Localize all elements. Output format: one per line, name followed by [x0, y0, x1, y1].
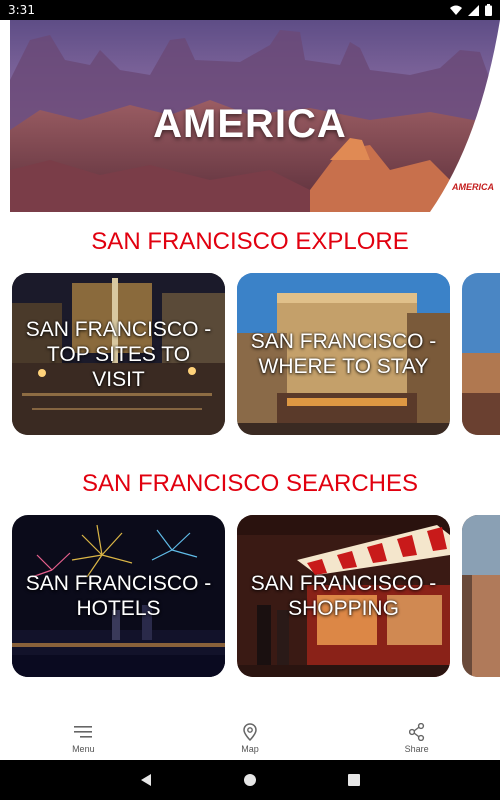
hero-title: AMERICA: [153, 102, 347, 146]
card-label: SAN FRANCISCO - TOP SITES TO VISIT: [25, 317, 212, 391]
card-shopping[interactable]: SAN FRANCISCO - SHOPPING: [237, 515, 450, 677]
card-label: SAN FRANCISCO - SHOPPING: [250, 572, 437, 620]
status-time: 3:31: [8, 3, 35, 17]
america-logo: AMERICA: [452, 182, 494, 192]
nav-menu-label: Menu: [72, 744, 95, 754]
nav-map-label: Map: [241, 744, 259, 754]
share-icon: [408, 722, 425, 742]
bottom-nav: Menu Map Share: [0, 716, 500, 760]
nav-map[interactable]: Map: [205, 716, 295, 754]
map-pin-icon: [243, 722, 257, 742]
nav-share-label: Share: [404, 744, 429, 754]
section-title-searches: SAN FRANCISCO SEARCHES: [81, 470, 419, 497]
signal-icon: [468, 4, 479, 16]
searches-card-row: SAN FRANCISCO - HOTELS SAN FRANCISCO - S…: [12, 515, 500, 679]
menu-icon: [74, 722, 93, 742]
system-nav-bar: [0, 760, 500, 800]
status-bar: 3:31: [0, 0, 500, 20]
hero-banner: AMERICA AMERICA: [0, 20, 500, 212]
recents-icon[interactable]: [342, 768, 366, 792]
card-partial-explore[interactable]: SA: [462, 273, 500, 435]
card-label: [462, 515, 500, 677]
card-label: SAN FRANCISCO - HOTELS: [25, 572, 212, 620]
home-icon[interactable]: [238, 768, 262, 792]
card-where-to-stay[interactable]: SAN FRANCISCO - WHERE TO STAY: [237, 273, 450, 435]
nav-share[interactable]: Share: [372, 716, 462, 754]
card-partial-searches[interactable]: [462, 515, 500, 677]
battery-icon: [485, 4, 492, 16]
nav-menu[interactable]: Menu: [38, 716, 128, 754]
card-label: SAN FRANCISCO - WHERE TO STAY: [250, 330, 437, 378]
card-top-sites[interactable]: SAN FRANCISCO - TOP SITES TO VISIT: [12, 273, 225, 435]
back-icon[interactable]: [134, 768, 158, 792]
card-label: SA: [462, 273, 500, 435]
card-hotels[interactable]: SAN FRANCISCO - HOTELS: [12, 515, 225, 677]
section-title-explore: SAN FRANCISCO EXPLORE: [91, 228, 409, 255]
wifi-icon: [450, 5, 462, 16]
status-icons: [450, 4, 492, 16]
explore-card-row: SAN FRANCISCO - TOP SITES TO VISIT SAN F…: [12, 273, 500, 437]
